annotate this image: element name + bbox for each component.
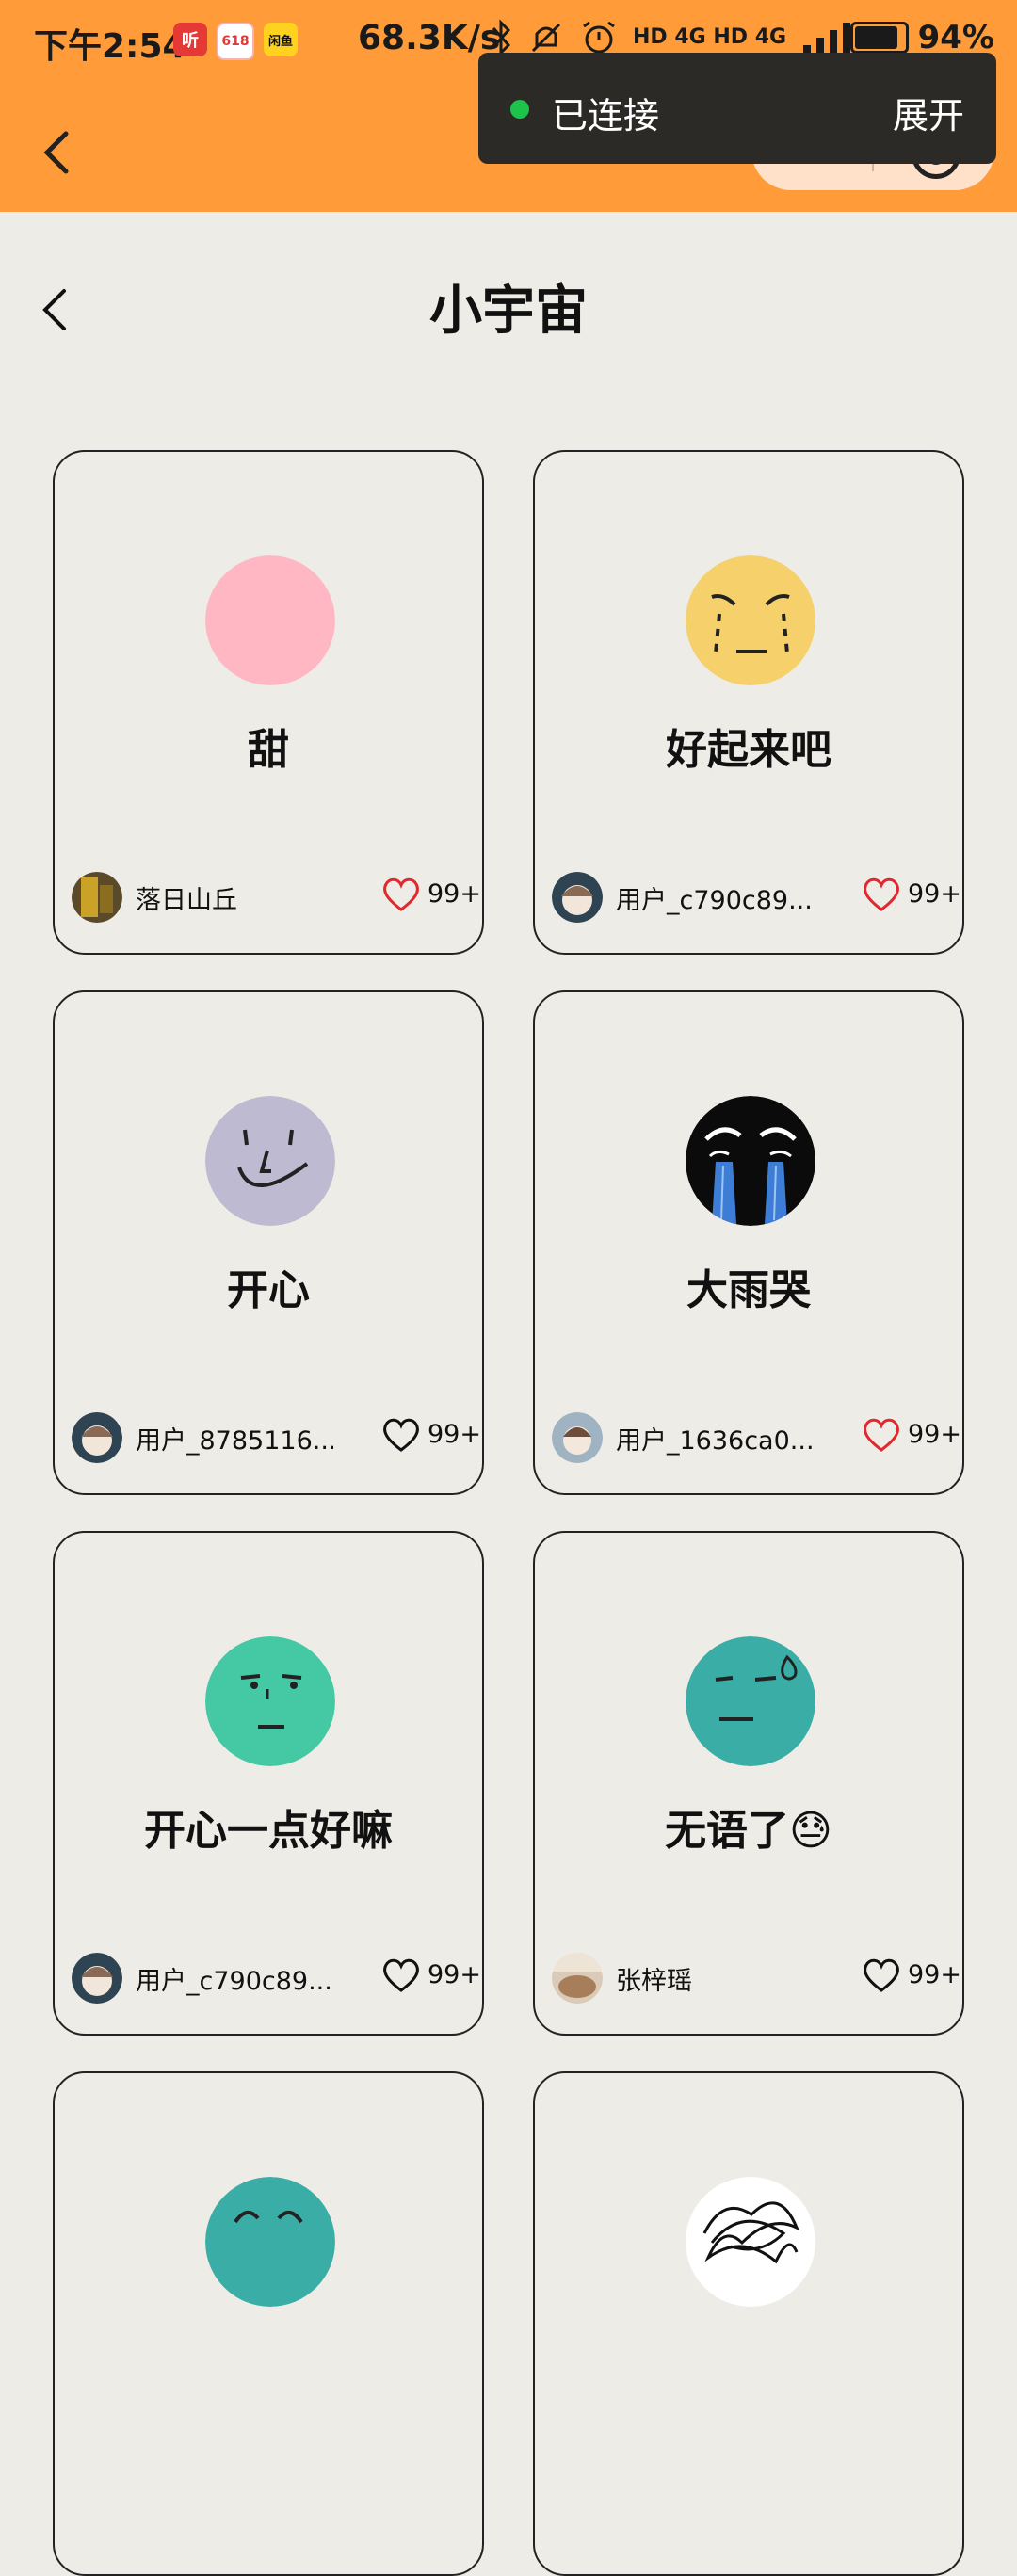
network-speed: 68.3K/s	[358, 19, 501, 57]
card-footer: 用户_1636ca0... 99+	[535, 1407, 962, 1467]
mood-card[interactable]: 大雨哭 用户_1636ca0... 99+	[533, 990, 964, 1495]
scribble-face-icon	[686, 2177, 815, 2307]
neutral-green-face-icon	[205, 1636, 335, 1766]
avatar	[72, 1953, 122, 2004]
heart-liked-icon[interactable]	[861, 1416, 902, 1454]
battery-percent: 94%	[917, 19, 994, 56]
battery: 94%	[849, 19, 994, 56]
expand-button[interactable]: 展开	[893, 87, 964, 138]
page-title: 小宇宙	[429, 281, 588, 342]
mood-card[interactable]	[533, 2071, 964, 2576]
card-footer: 张梓瑶 99+	[535, 1947, 962, 2007]
connection-toast: 已连接 展开	[478, 53, 996, 164]
heart-liked-icon[interactable]	[380, 876, 422, 913]
network-badges: HD 4G HD 4G	[633, 25, 787, 49]
mood-title: 开心一点好嘛	[144, 1807, 393, 1855]
avatar	[72, 1412, 122, 1463]
mood-card[interactable]	[53, 2071, 484, 2576]
mood-title: 甜	[248, 726, 289, 774]
like-count: 99+	[908, 1960, 961, 1989]
avatar	[552, 872, 603, 923]
smiling-lavender-face-icon	[205, 1096, 335, 1226]
user-name: 用户_c790c89...	[616, 886, 813, 915]
like-count: 99+	[908, 879, 961, 909]
like-count: 99+	[428, 879, 481, 909]
status-time: 下午2:54	[34, 27, 186, 66]
mood-title: 开心	[227, 1266, 310, 1314]
sweat-teal-face-icon	[686, 1636, 815, 1766]
heart-icon[interactable]	[861, 1956, 902, 1994]
user-name: 用户_1636ca0...	[616, 1426, 814, 1456]
crying-yellow-face-icon	[686, 555, 815, 685]
xianyu-app-icon: 闲鱼	[264, 23, 298, 56]
mood-card[interactable]: 开心一点好嘛 用户_c790c89... 99+	[53, 1531, 484, 2036]
card-footer: 用户_8785116... 99+	[55, 1407, 482, 1467]
avatar	[552, 1953, 603, 2004]
heart-icon[interactable]	[380, 1956, 422, 1994]
connection-status: 已连接	[552, 95, 660, 137]
mood-card[interactable]: 开心 用户_8785116... 99+	[53, 990, 484, 1495]
heart-liked-icon[interactable]	[861, 876, 902, 913]
shopping-618-icon: 618	[217, 23, 254, 60]
like-count: 99+	[428, 1420, 481, 1449]
user-name: 落日山丘	[136, 886, 237, 915]
mood-title: 无语了😓	[665, 1807, 832, 1855]
user-name: 张梓瑶	[616, 1967, 692, 1996]
listen-app-icon: 听	[173, 23, 207, 56]
card-footer: 用户_c790c89... 99+	[55, 1947, 482, 2007]
alarm-icon	[583, 21, 615, 54]
battery-icon	[849, 22, 909, 54]
teal-face-icon	[205, 2177, 335, 2307]
back-arrow-icon[interactable]	[34, 122, 77, 183]
avatar	[552, 1412, 603, 1463]
bluetooth-icon	[492, 19, 511, 56]
mood-card[interactable]: 无语了😓 张梓瑶 99+	[533, 1531, 964, 2036]
like-count: 99+	[908, 1420, 961, 1449]
card-footer: 用户_c790c89... 99+	[535, 866, 962, 926]
pink-circle-icon	[205, 555, 335, 685]
user-name: 用户_8785116...	[136, 1426, 333, 1456]
notification-badges: 听 618 闲鱼	[173, 23, 298, 60]
system-icons: HD 4G HD 4G	[490, 19, 858, 56]
card-footer: 落日山丘 99+	[55, 866, 482, 926]
connected-dot-icon	[510, 100, 529, 119]
like-count: 99+	[428, 1960, 481, 1989]
mood-title: 大雨哭	[686, 1266, 811, 1314]
heavy-crying-black-face-icon	[686, 1096, 815, 1226]
mood-card[interactable]: 甜 落日山丘 99+	[53, 450, 484, 955]
mood-card[interactable]: 好起来吧 用户_c790c89... 99+	[533, 450, 964, 955]
mute-icon	[531, 23, 561, 53]
user-name: 用户_c790c89...	[136, 1967, 332, 1996]
heart-icon[interactable]	[380, 1416, 422, 1454]
page-header: 小宇宙	[0, 212, 1017, 381]
mood-title: 好起来吧	[666, 726, 831, 774]
avatar	[72, 872, 122, 923]
